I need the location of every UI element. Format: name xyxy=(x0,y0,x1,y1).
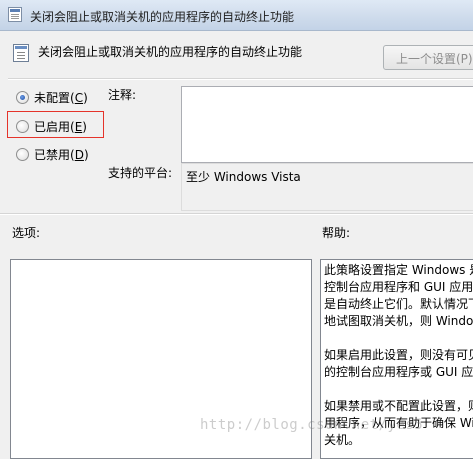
supported-platform-value: 至少 Windows Vista xyxy=(186,170,301,184)
radio-button[interactable] xyxy=(16,148,29,161)
comment-label: 注释: xyxy=(108,88,137,102)
enabled-highlight-box xyxy=(7,111,104,138)
divider xyxy=(0,213,473,215)
window-title-bar[interactable]: 关闭会阻止或取消关机的应用程序的自动终止功能 xyxy=(0,0,473,31)
setting-title: 关闭会阻止或取消关机的应用程序的自动终止功能 xyxy=(38,45,303,59)
policy-document-icon xyxy=(8,7,22,22)
policy-setting-icon xyxy=(13,44,29,62)
divider xyxy=(8,78,473,80)
help-paragraph: 此策略设置指定 Windows 是否允许阻止或取消关机的控制台应用程序和 GUI… xyxy=(324,263,473,328)
radio-label-not-configured: 未配置(C) xyxy=(34,91,88,105)
supported-platform-label: 支持的平台: xyxy=(108,166,173,180)
window-title: 关闭会阻止或取消关机的应用程序的自动终止功能 xyxy=(30,10,295,24)
options-label: 选项: xyxy=(12,226,41,240)
watermark: http://blog.csdn.net/yes5 xyxy=(200,417,424,433)
comment-textarea[interactable] xyxy=(181,86,473,163)
previous-setting-button[interactable]: 上一个设置(P) xyxy=(383,45,473,70)
radio-button-checked[interactable] xyxy=(16,91,29,104)
help-label: 帮助: xyxy=(322,226,351,240)
radio-label-disabled: 已禁用(D) xyxy=(34,148,89,162)
help-paragraph: 如果启用此设置，则没有可见顶级窗口、阻止或取消关机的控制台应用程序或 GUI 应… xyxy=(324,348,473,379)
